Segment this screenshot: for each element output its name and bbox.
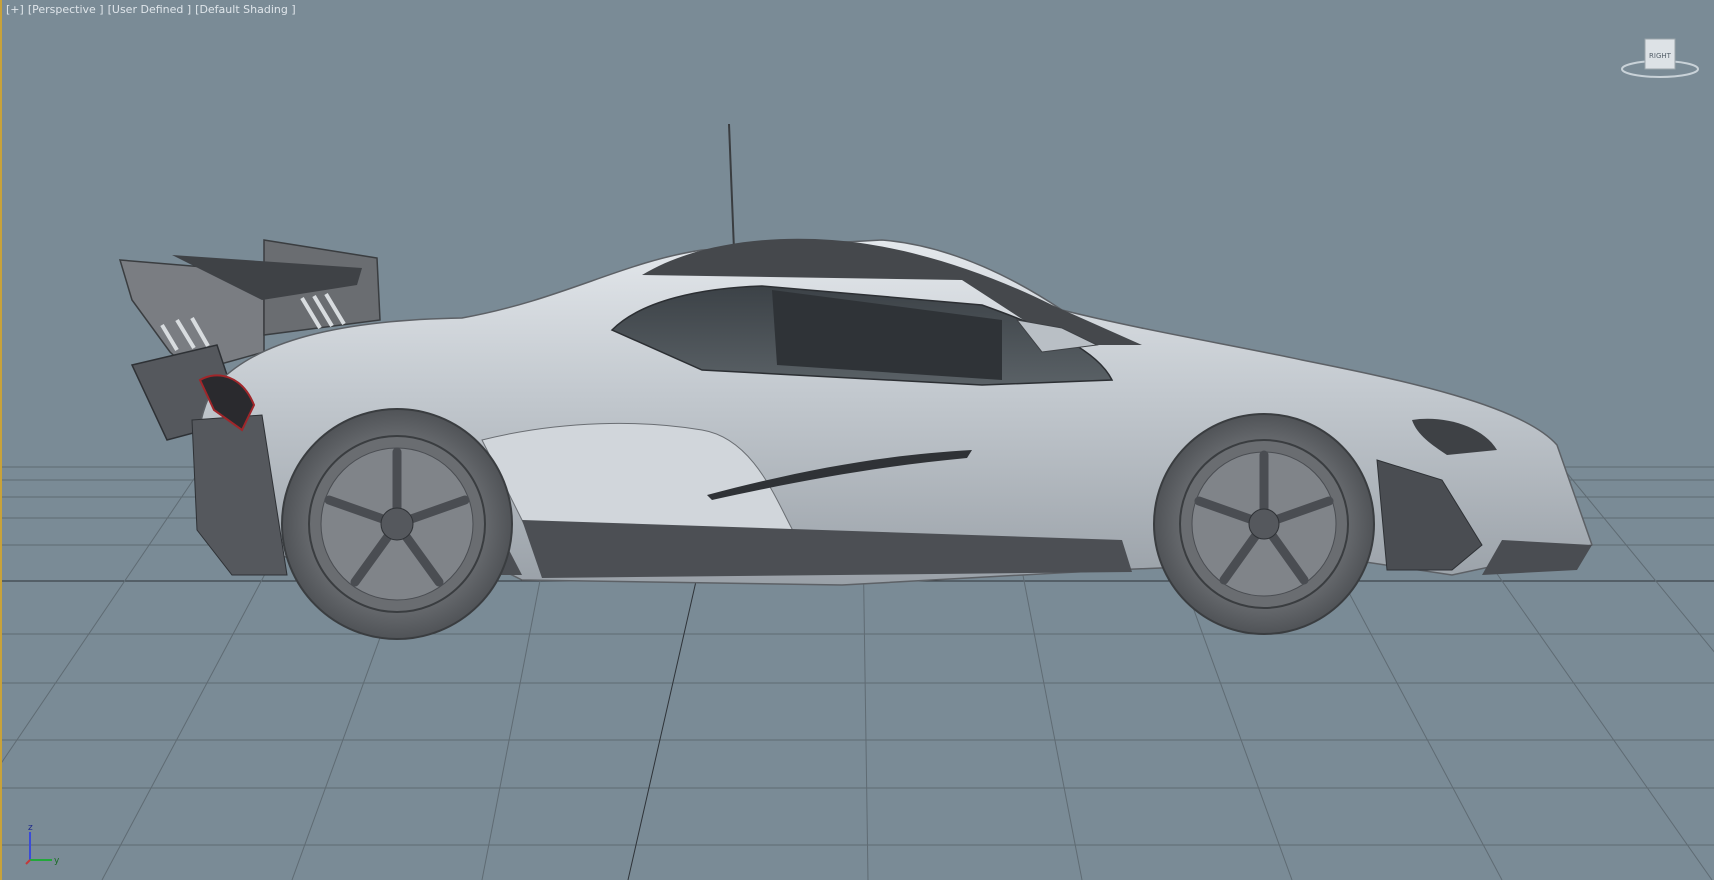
z-axis-label: z bbox=[28, 823, 33, 833]
viewcube[interactable]: RIGHT bbox=[1620, 34, 1700, 84]
rear-wheel bbox=[281, 408, 513, 640]
axis-tripod: z y bbox=[22, 820, 72, 870]
scene-canvas[interactable] bbox=[2, 0, 1714, 880]
front-wheel bbox=[1153, 413, 1375, 635]
viewcube-face-label: RIGHT bbox=[1649, 52, 1672, 60]
car-model[interactable] bbox=[118, 123, 1593, 640]
viewport-perspective[interactable]: [+] [Perspective ] [User Defined ] [Defa… bbox=[0, 0, 1714, 880]
x-axis-line bbox=[25, 859, 31, 865]
y-axis-label: y bbox=[54, 856, 60, 866]
